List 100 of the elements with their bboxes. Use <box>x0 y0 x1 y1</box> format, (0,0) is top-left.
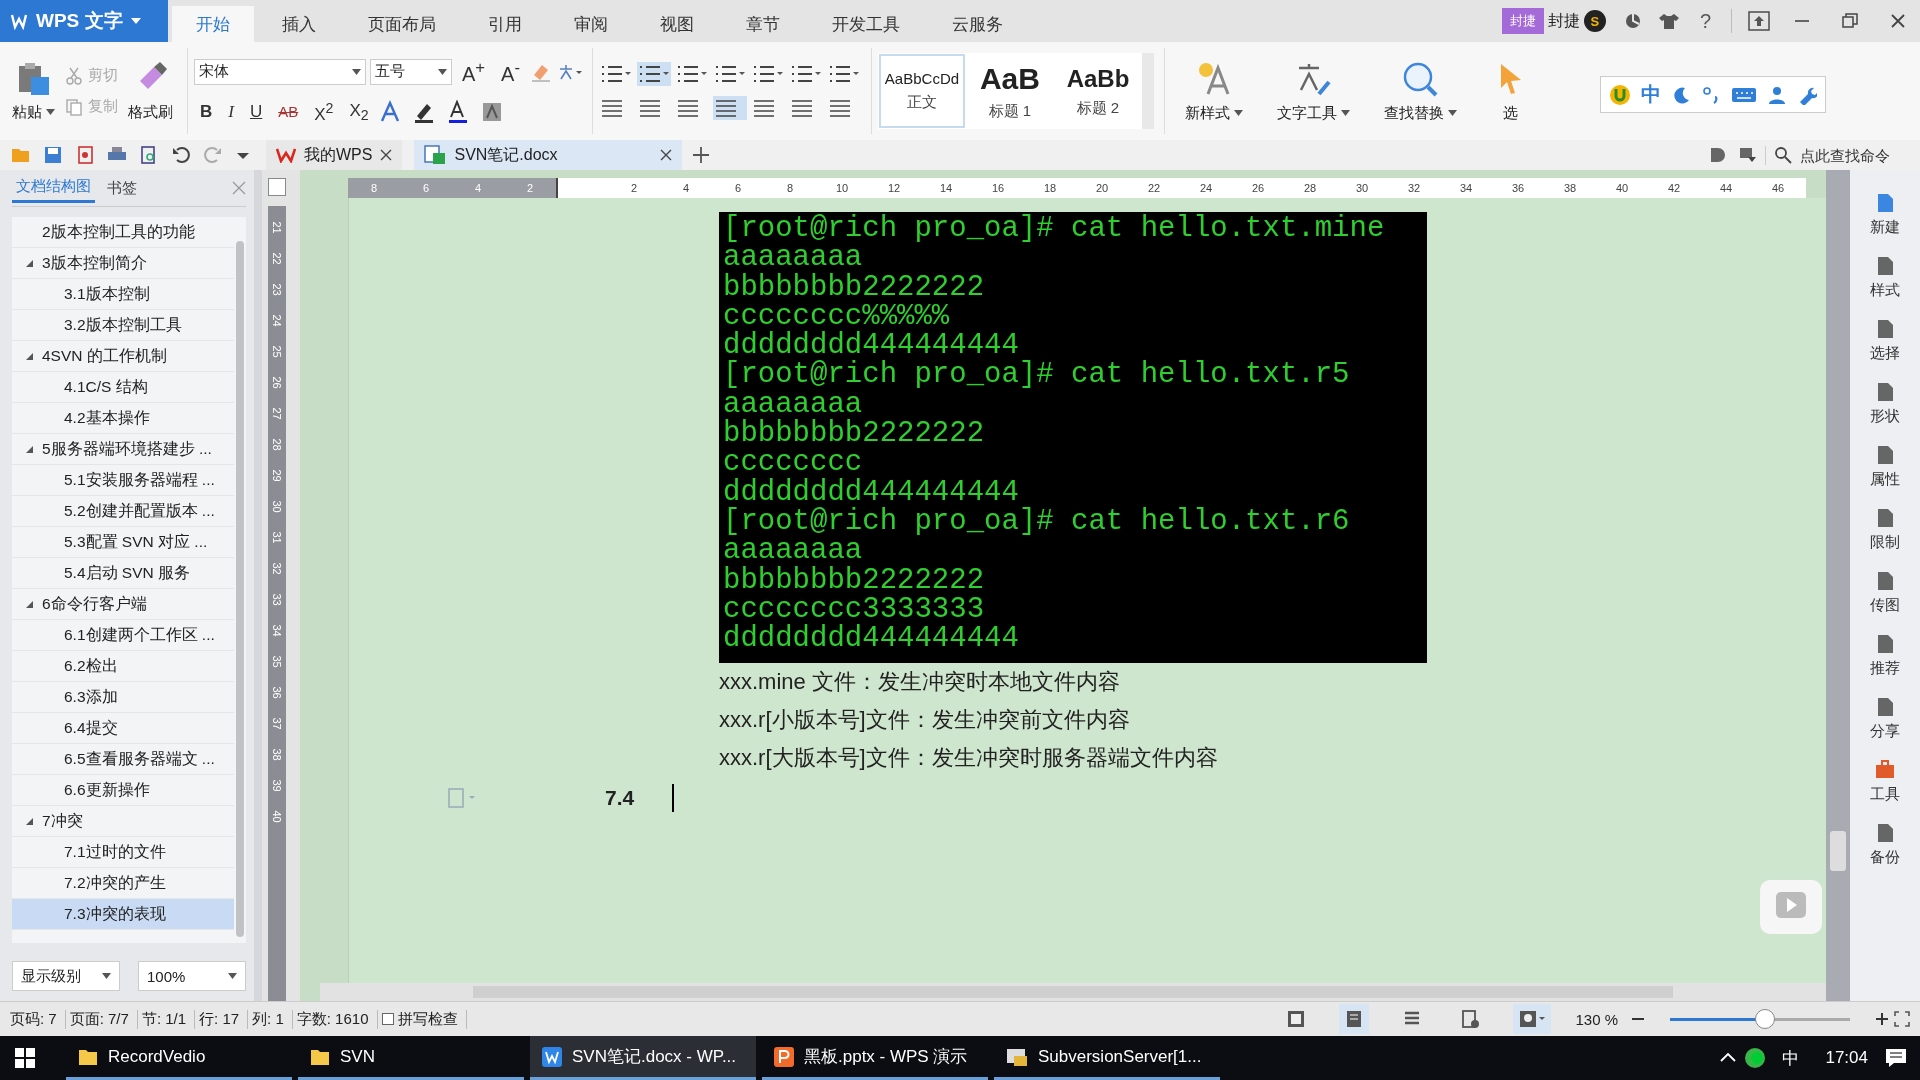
side-tool[interactable]: 形状 <box>1870 381 1900 426</box>
level-select[interactable]: 显示级别 <box>12 961 120 991</box>
windows-icon[interactable] <box>14 1047 36 1069</box>
ribbon-tab[interactable]: 开始 <box>172 6 254 42</box>
document-tab[interactable]: SVN笔记.docx <box>414 140 683 170</box>
collapse-icon[interactable] <box>24 258 34 268</box>
ribbon-tab[interactable]: 视图 <box>636 6 718 42</box>
taskbar-app[interactable]: SVN <box>298 1036 524 1080</box>
taskbar-app[interactable]: 黑板.pptx - WPS 演示 <box>762 1036 988 1080</box>
ribbon-tab[interactable]: 审阅 <box>550 6 632 42</box>
taskbar-app[interactable]: RecordVedio <box>66 1036 292 1080</box>
ribbon-button[interactable]: 查找替换 <box>1379 57 1461 125</box>
outline-item[interactable]: 6.5查看服务器端文 ... <box>12 744 234 775</box>
outline-item[interactable]: 3.1版本控制 <box>12 279 234 310</box>
side-tool[interactable]: 分享 <box>1870 696 1900 741</box>
account-badge[interactable]: 封捷 <box>1501 8 1544 34</box>
font-style-button[interactable]: AB <box>272 101 305 123</box>
pane-tab[interactable]: 书签 <box>103 174 141 202</box>
side-tool[interactable]: 传图 <box>1870 570 1900 615</box>
coin-icon[interactable]: S <box>1583 10 1606 32</box>
document-tab[interactable]: 我的WPS <box>266 140 403 170</box>
outline-item[interactable]: 6.2检出 <box>12 651 234 682</box>
horizontal-scrollbar[interactable] <box>320 983 1826 1001</box>
outline-item[interactable]: 4.2基本操作 <box>12 403 234 434</box>
add-tab-icon[interactable] <box>691 145 712 165</box>
app-menu-button[interactable]: WPS 文字 <box>0 0 168 42</box>
outline-item[interactable]: 6命令行客户端 <box>12 589 234 620</box>
save-icon[interactable] <box>43 146 63 164</box>
input-mode-toggle[interactable]: 中 <box>1641 81 1661 108</box>
taskbar-app[interactable]: SVN笔记.docx - WP... <box>530 1036 756 1080</box>
ime-logo-icon[interactable] <box>1609 83 1631 106</box>
font-size-select[interactable]: 五号 <box>370 58 452 85</box>
outline-item[interactable]: 7.1过时的文件 <box>12 837 234 868</box>
person-icon[interactable] <box>1767 84 1787 105</box>
outline-item[interactable]: 5.2创建并配置版本 ... <box>12 496 234 527</box>
close-icon[interactable] <box>660 149 673 161</box>
ribbon-button[interactable]: 文字工具 <box>1272 57 1354 125</box>
spellcheck-checkbox[interactable]: 拼写检查 <box>381 1009 467 1029</box>
close-icon[interactable] <box>380 149 393 161</box>
upload-icon[interactable] <box>1748 11 1770 31</box>
side-tool[interactable]: 样式 <box>1870 255 1900 300</box>
outline-item[interactable]: 6.3添加 <box>12 682 234 713</box>
side-tool[interactable]: 备份 <box>1870 822 1900 867</box>
font-style-button[interactable]: X$^{2}$ <box>308 97 340 127</box>
outline-item[interactable]: 4.1C/S 结构 <box>12 372 234 403</box>
export-icon[interactable] <box>75 146 95 164</box>
command-search[interactable]: 点此查找命令 <box>1765 145 1912 165</box>
zoom-percent[interactable]: 130 % <box>1575 1010 1618 1028</box>
help-button[interactable]: ? <box>1699 9 1711 33</box>
notification-icon[interactable] <box>1884 1047 1908 1069</box>
paste-button[interactable]: 粘贴 <box>8 58 59 124</box>
side-tool[interactable]: 新建 <box>1870 192 1900 237</box>
ribbon-tab[interactable]: 云服务 <box>928 6 1027 42</box>
outline-item[interactable]: 7冲突 <box>12 806 234 837</box>
tray-app-icon[interactable] <box>1744 1047 1767 1069</box>
font-style-button[interactable]: U <box>243 99 269 124</box>
scrollbar[interactable] <box>236 241 244 937</box>
ribbon-tab[interactable]: 页面布局 <box>344 6 460 42</box>
restore-icon[interactable] <box>1840 11 1860 31</box>
outline-item[interactable]: 2版本控制工具的功能 <box>12 217 234 248</box>
outline-item[interactable]: 7.3冲突的表现 <box>12 899 234 930</box>
dropdown-icon[interactable] <box>1738 146 1756 164</box>
pane-tab[interactable]: 文档结构图 <box>12 173 95 203</box>
outline-item[interactable]: 5.4启动 SVN 服务 <box>12 558 234 589</box>
font-style-button[interactable]: I <box>222 99 240 124</box>
ribbon-tab[interactable]: 插入 <box>258 6 340 42</box>
outline-item[interactable]: 5.1安装服务器端程 ... <box>12 465 234 496</box>
clock[interactable]: 17:04 <box>1825 1048 1868 1068</box>
outline-item[interactable]: 3版本控制简介 <box>12 248 234 279</box>
format-painter-button[interactable]: 格式刷 <box>124 58 177 124</box>
shirt-icon[interactable] <box>1657 12 1680 30</box>
collapse-icon[interactable] <box>24 444 34 454</box>
side-tool[interactable]: 工具 <box>1870 759 1900 804</box>
style-preset[interactable]: AaBbCcDd 正文 <box>877 53 966 129</box>
outline-item[interactable]: 3.2版本控制工具 <box>12 310 234 341</box>
style-preset[interactable]: AaB 标题 1 <box>965 53 1054 129</box>
font-style-button[interactable]: B <box>194 99 219 124</box>
ribbon-tab[interactable]: 章节 <box>722 6 804 42</box>
style-preset[interactable]: AaBb 标题 2 <box>1053 53 1142 129</box>
side-tool[interactable]: 限制 <box>1870 507 1900 552</box>
outline-item[interactable]: 4SVN 的工作机制 <box>12 341 234 372</box>
zoom-in-icon[interactable] <box>1874 1011 1890 1027</box>
outline-item[interactable]: 6.4提交 <box>12 713 234 744</box>
taskbar-app[interactable]: SubversionServer[1... <box>994 1036 1220 1080</box>
collapse-icon[interactable] <box>24 351 34 361</box>
collapse-icon[interactable] <box>24 599 34 609</box>
ribbon-button[interactable]: 选 <box>1486 57 1535 125</box>
fit-icon[interactable] <box>1894 1011 1910 1027</box>
page-view-icon[interactable] <box>1339 1004 1370 1034</box>
ribbon-tab[interactable]: 开发工具 <box>808 6 924 42</box>
undo-icon[interactable] <box>171 146 191 164</box>
outline-item[interactable]: 6.1创建两个工作区 ... <box>12 620 234 651</box>
shrink-font-button[interactable]: A$^{-}$ <box>495 55 526 88</box>
outline-item[interactable]: 6.6更新操作 <box>12 775 234 806</box>
zoom-select[interactable]: 100% <box>138 961 246 991</box>
collapse-icon[interactable] <box>24 816 34 826</box>
account-name[interactable]: 封捷 <box>1547 10 1580 32</box>
font-style-button[interactable]: X$_{2}$ <box>343 98 375 125</box>
side-tool[interactable]: 属性 <box>1870 444 1900 489</box>
ribbon-tab[interactable]: 引用 <box>464 6 546 42</box>
